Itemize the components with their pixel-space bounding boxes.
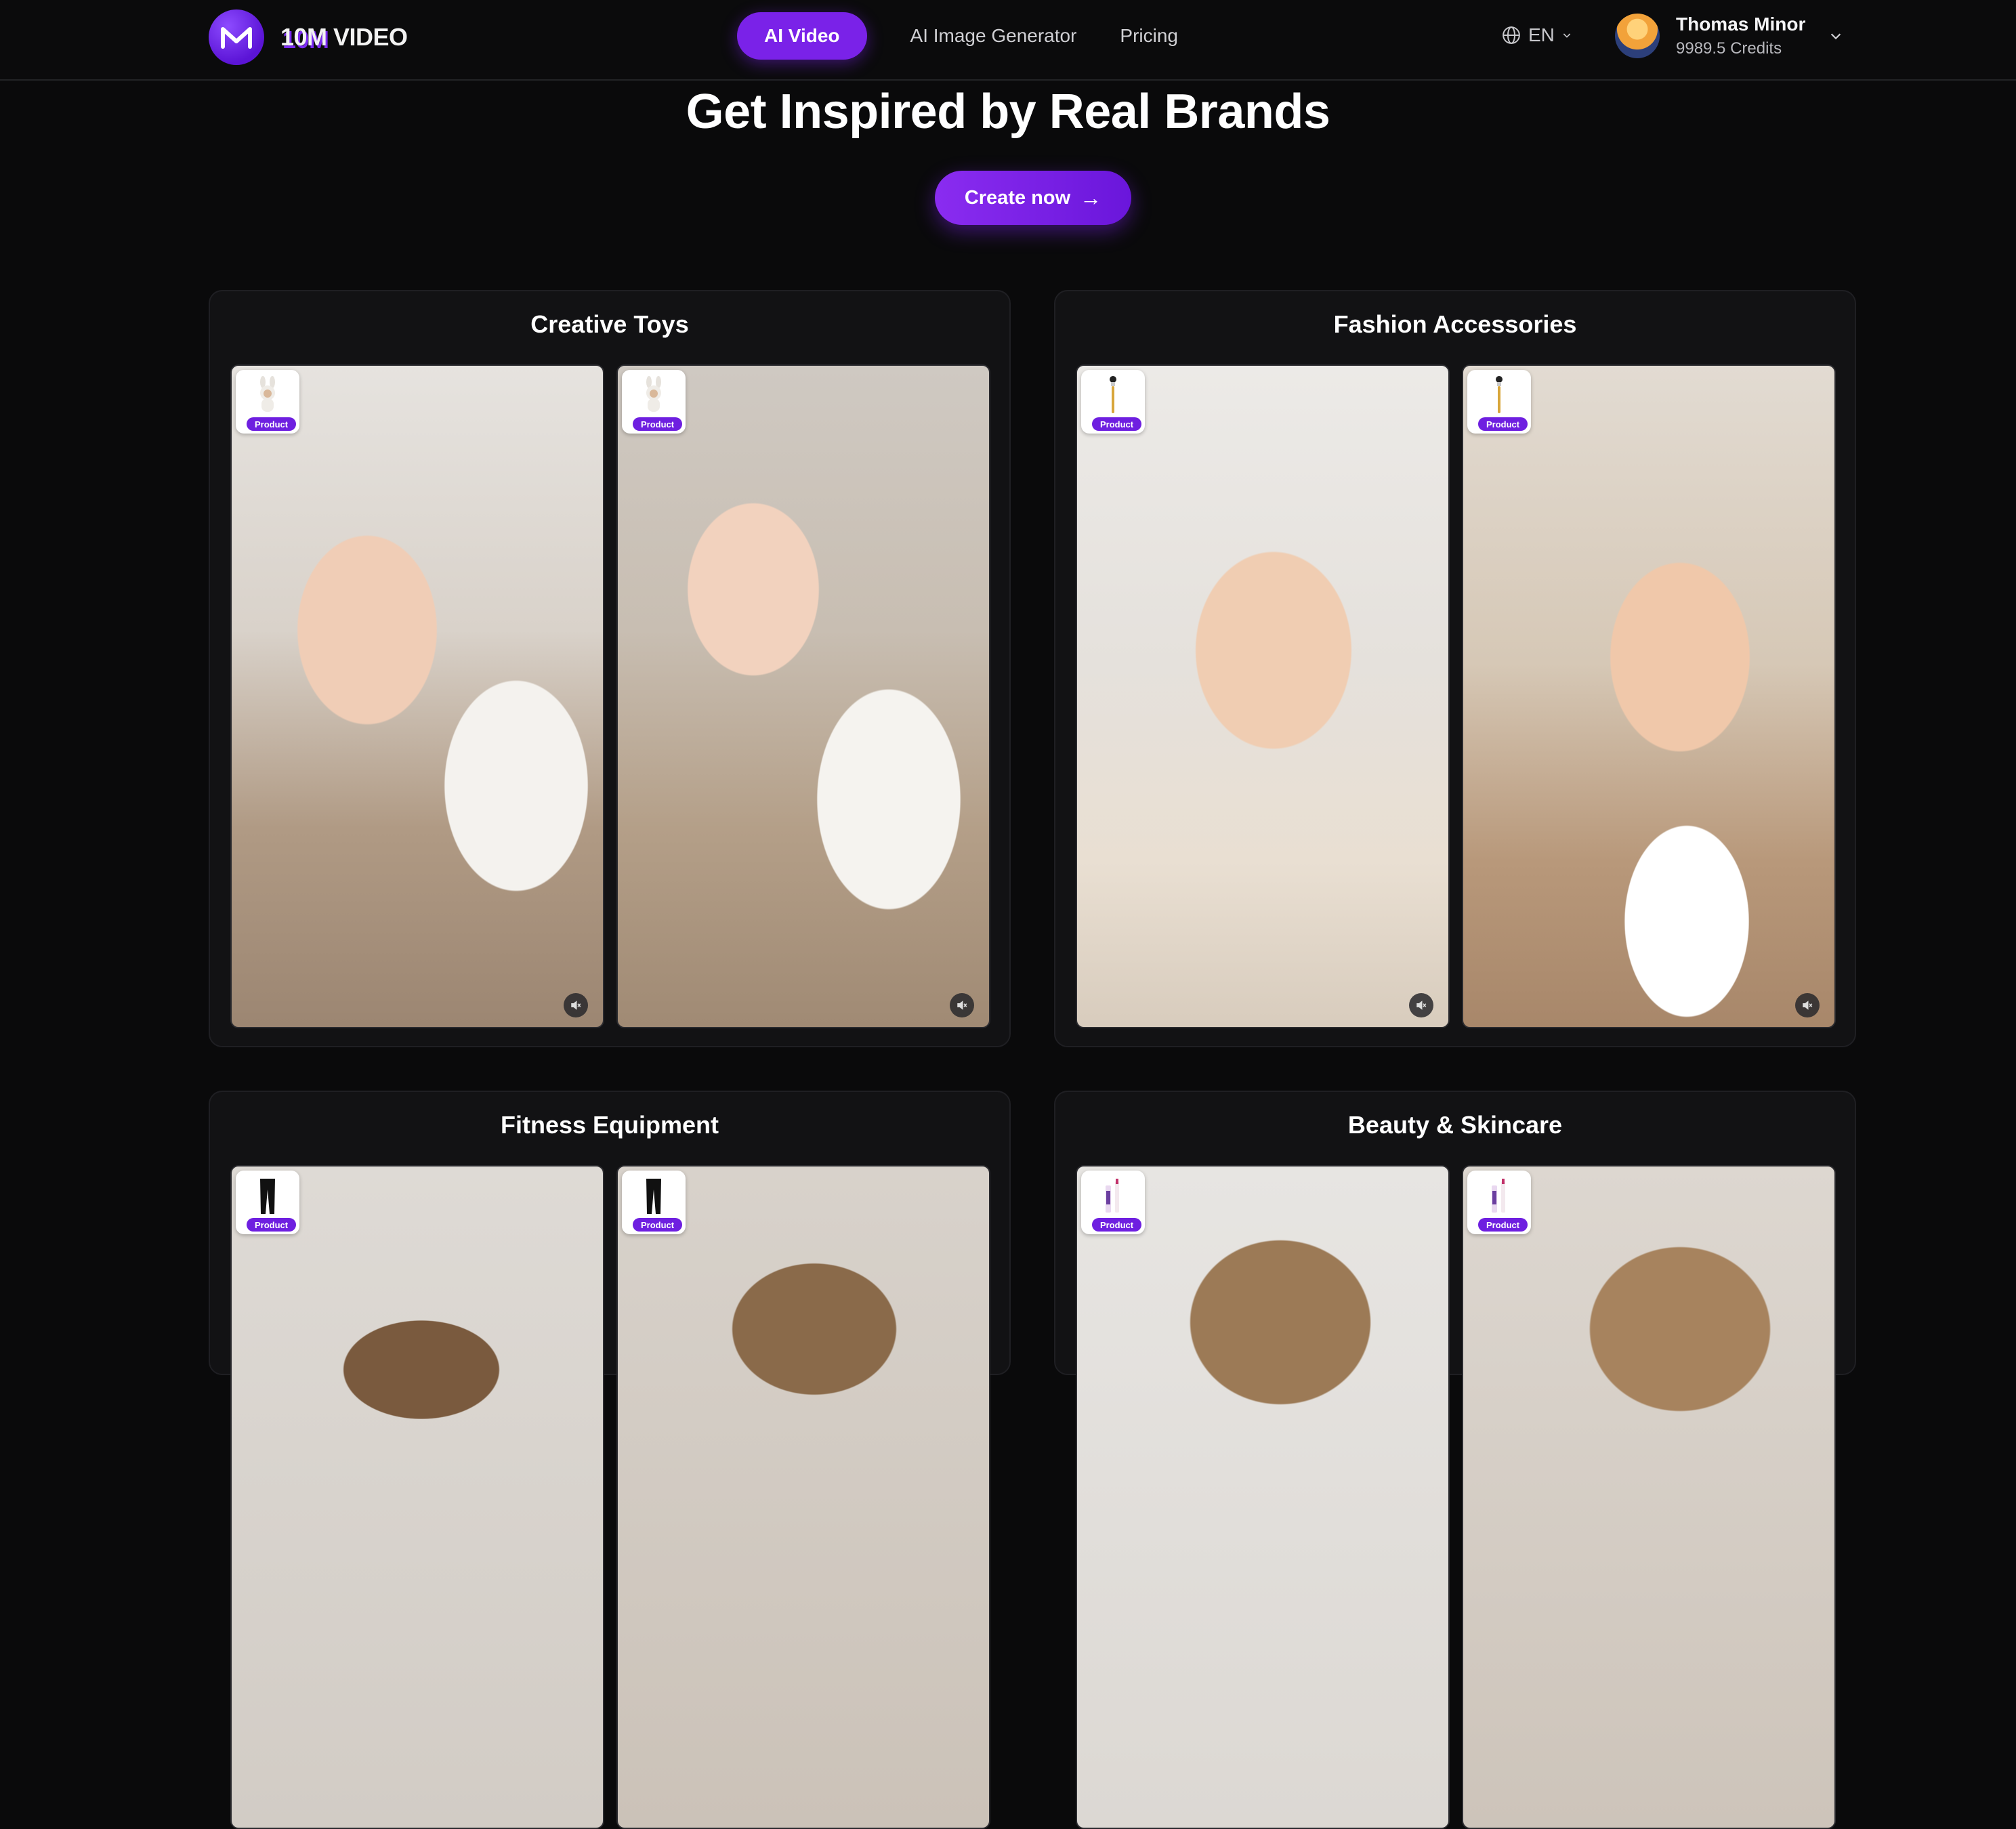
video-tile[interactable]: Product (230, 364, 604, 1028)
mute-icon[interactable] (564, 993, 588, 1017)
language-selector[interactable]: EN (1501, 24, 1572, 46)
avatar (1615, 14, 1660, 58)
product-badge-label: Product (1478, 417, 1528, 431)
product-badge-label: Product (633, 417, 683, 431)
product-badge[interactable]: Product (236, 370, 299, 434)
product-badge[interactable]: Product (622, 1171, 686, 1234)
category-card-fitness-equipment: Fitness Equipment Product Product (209, 1091, 1011, 1829)
user-info: Thomas Minor 9989.5 Credits (1676, 14, 1805, 58)
user-credits: 9989.5 Credits (1676, 39, 1782, 58)
nav-pricing[interactable]: Pricing (1120, 25, 1178, 47)
nav-ai-video[interactable]: AI Video (737, 12, 867, 60)
product-badge[interactable]: Product (622, 370, 686, 434)
brand-name-accent: 10M (280, 23, 327, 51)
category-title: Creative Toys (530, 310, 689, 338)
video-tile[interactable]: Product (1462, 1165, 1836, 1829)
product-badge[interactable]: Product (1467, 1171, 1531, 1234)
lipstick-thumbnail-icon (1492, 1179, 1505, 1213)
leggings-thumbnail-icon (646, 1179, 661, 1214)
category-title: Beauty & Skincare (1347, 1111, 1563, 1139)
chevron-down-icon (1561, 30, 1572, 41)
category-card-beauty-skincare: Beauty & Skincare Product Product (1054, 1091, 1856, 1829)
brand-name: 10M VIDEO (280, 23, 408, 51)
top-header: 10M VIDEO AI Video AI Image Generator Pr… (0, 0, 2016, 81)
product-badge-label: Product (247, 1218, 297, 1232)
product-badge-label: Product (633, 1218, 683, 1232)
user-name: Thomas Minor (1676, 14, 1806, 35)
brand-name-rest: VIDEO (327, 23, 408, 51)
video-tile[interactable]: Product (230, 1165, 604, 1829)
mute-icon[interactable] (1795, 993, 1820, 1017)
page-title: Get Inspired by Real Brands (686, 85, 1330, 139)
create-now-button[interactable]: Create now → (935, 171, 1131, 225)
mute-icon[interactable] (950, 993, 974, 1017)
main-nav: AI Video AI Image Generator Pricing (737, 12, 1221, 60)
toy-thumbnail-icon (260, 376, 275, 412)
video-tile[interactable]: Product (616, 364, 990, 1028)
video-tile[interactable]: Product (616, 1165, 990, 1829)
language-label: EN (1528, 24, 1555, 45)
mute-icon[interactable] (1409, 993, 1433, 1017)
leggings-thumbnail-icon (260, 1179, 275, 1214)
product-badge-label: Product (1478, 1218, 1528, 1232)
category-card-creative-toys: Creative Toys Product Product (209, 290, 1011, 1047)
globe-icon (1501, 25, 1521, 45)
nav-ai-image-generator[interactable]: AI Image Generator (910, 25, 1077, 47)
product-badge-label: Product (1092, 1218, 1142, 1232)
logo-mark-icon (209, 9, 264, 65)
lipstick-thumbnail-icon (1106, 1179, 1119, 1213)
arrow-right-icon: → (1080, 185, 1102, 210)
category-title: Fashion Accessories (1333, 310, 1577, 338)
video-tile[interactable]: Product (1462, 364, 1836, 1028)
create-now-label: Create now (964, 186, 1071, 209)
category-title: Fitness Equipment (500, 1111, 719, 1139)
user-menu[interactable]: Thomas Minor 9989.5 Credits (1615, 14, 1843, 58)
chevron-down-icon[interactable] (1828, 28, 1843, 43)
brand-logo[interactable]: 10M VIDEO (209, 9, 408, 65)
brush-thumbnail-icon (1496, 376, 1503, 413)
category-card-fashion-accessories: Fashion Accessories Product Product (1054, 290, 1856, 1047)
brush-thumbnail-icon (1110, 376, 1116, 413)
product-badge[interactable]: Product (236, 1171, 299, 1234)
product-badge-label: Product (247, 417, 297, 431)
product-badge[interactable]: Product (1467, 370, 1531, 434)
product-badge[interactable]: Product (1081, 1171, 1145, 1234)
toy-thumbnail-icon (646, 376, 661, 412)
video-tile[interactable]: Product (1076, 1165, 1450, 1829)
video-tile[interactable]: Product (1076, 364, 1450, 1028)
product-badge-label: Product (1092, 417, 1142, 431)
product-badge[interactable]: Product (1081, 370, 1145, 434)
